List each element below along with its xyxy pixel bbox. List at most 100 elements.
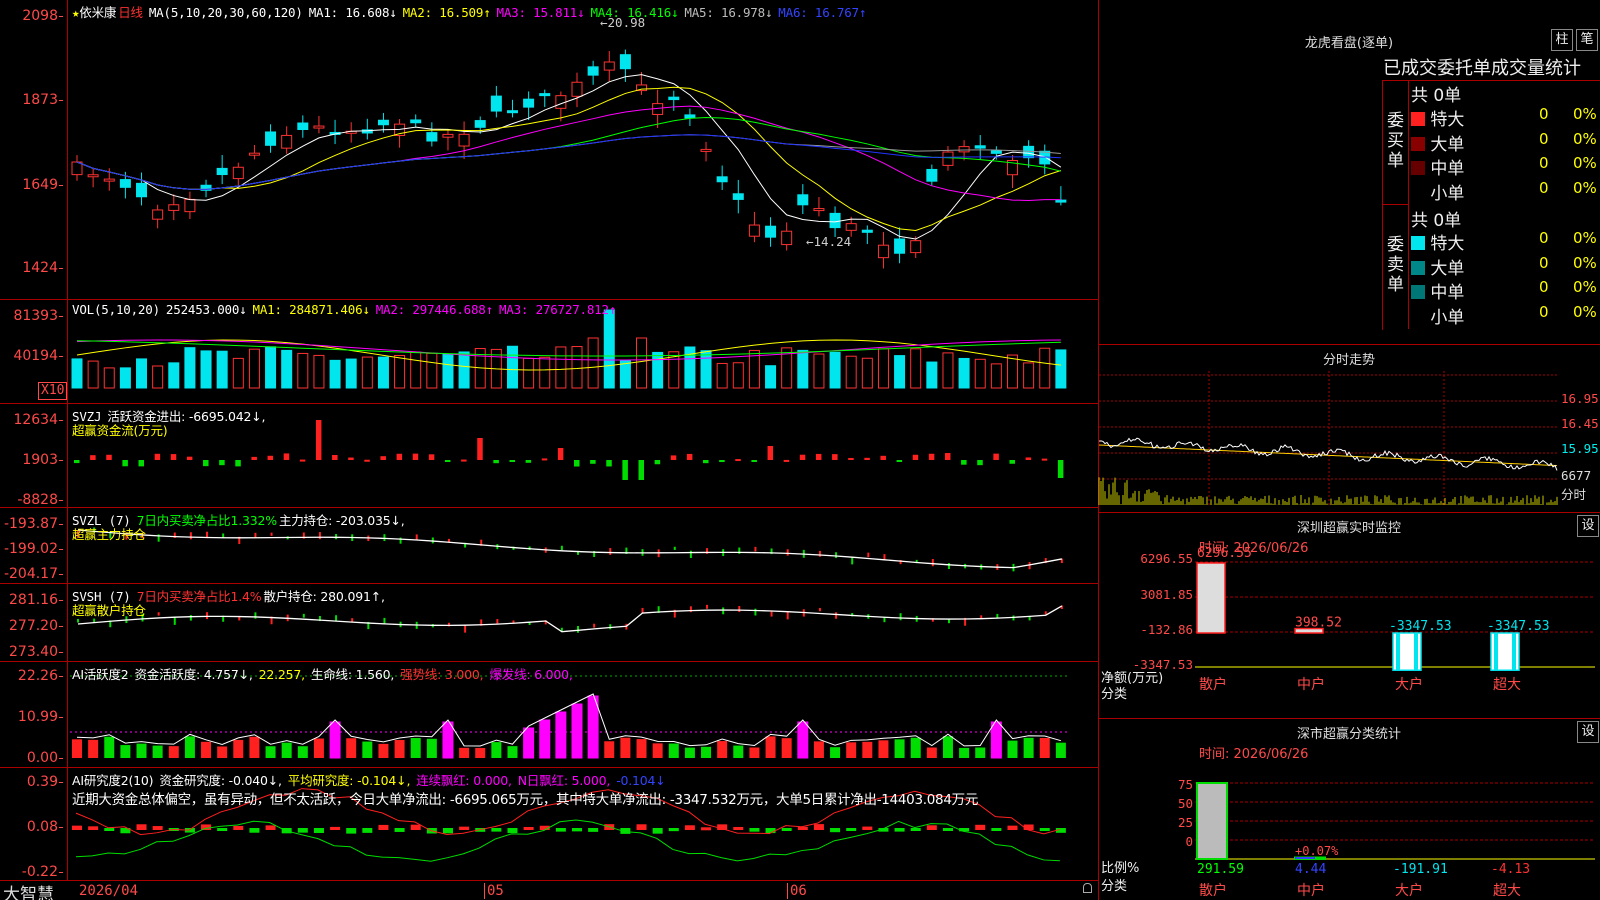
research-bar [104,828,115,831]
volume-bar [184,347,196,389]
candle-body [136,182,148,198]
volume-bar [442,353,454,389]
money-flow-bar [235,460,241,467]
money-flow-bar [106,454,112,460]
svsh-panel[interactable]: 281.16 277.20 273.40 SVSH (7) 7日内买卖净占比1.4… [0,584,1098,662]
volume-bar [684,346,696,389]
class-bar-value: 4.44 [1295,862,1326,877]
y-tick: 0.00 [27,750,63,766]
class-bar-value: -4.13 [1491,862,1530,877]
order-count: 0 [1539,278,1549,296]
volume-bar [700,350,712,389]
class-stat-settings-button[interactable]: 设 [1577,721,1599,743]
volume-bar [297,352,309,389]
svzl-panel[interactable]: -193.87 -199.02 -204.17 SVZL (7) 7日内买卖净占比… [0,508,1098,584]
monitor-title: 深圳超赢实时监控 [1296,521,1401,536]
retail-position-tick [206,612,209,620]
money-flow-bar [477,438,483,460]
order-percent: 0% [1573,178,1597,197]
main-position-tick [383,534,386,542]
research-bar [1007,825,1018,830]
tick-view-button[interactable]: 笔 [1576,29,1598,51]
color-swatch [1411,285,1425,299]
main-position-tick [867,552,870,558]
svsh-subtitle: 超赢散户持仓 [72,603,146,618]
money-flow-bar [122,460,128,467]
order-row: 大单 0 0% [1411,254,1600,279]
volume-bar [861,357,873,389]
order-row: 大单 0 0% [1411,130,1600,155]
ai-research-panel[interactable]: 0.39 0.08 -0.22 AI研究度2(10) 资金研究度: -0.040↓… [0,768,1098,880]
intraday-panel[interactable]: 分时走势 16.95 16.45 15.95 6677 分时 [1098,344,1600,512]
activity-bar [636,739,647,758]
order-row: 中单 0 0% [1411,278,1600,303]
svzj-panel[interactable]: 12634 1903 -8828 SVZJ 活跃资金进出: -6695.042↓,… [0,404,1098,508]
kline-panel[interactable]: 2098 1873 1649 1424 ★依米康 日线 MA(5,10,20,30,… [0,0,1098,300]
retail-position-tick [464,625,467,633]
retail-position-tick [1044,611,1047,615]
monitor-xlabel: 分类 [1101,687,1128,702]
money-flow-bar [912,454,919,460]
candle-body [587,66,599,76]
candle-body [845,223,857,231]
activity-bar [749,747,760,758]
intraday-tick: 15.95 [1561,441,1599,456]
y-tick: 0.39 [27,774,63,790]
ai-activity-panel[interactable]: 22.26 10.99 0.00 AI活跃度2 资金活跃度: 4.757↓, 22.… [0,662,1098,768]
class-bar [1196,782,1228,860]
candle-body [377,119,389,126]
main-position-line [77,529,1062,569]
lock-icon[interactable] [1083,883,1092,893]
candle-body [974,145,986,149]
order-size-label: 大单 [1425,134,1465,155]
column-view-button[interactable]: 柱 [1551,29,1573,51]
monitor-category: 大户 [1395,676,1423,693]
order-size-label: 大单 [1425,258,1465,279]
monitor-panel[interactable]: 深圳超赢实时监控 设 时间: 2026/06/26 6296.55 3081.8… [1098,512,1600,718]
volume-bar [313,354,325,389]
order-size-label: 中单 [1425,159,1465,179]
class-stat-panel[interactable]: 深市超赢分类统计 设 时间: 2026/06/26 75 50 25 0 比例%… [1098,718,1600,900]
main-position-tick [609,548,612,555]
y-tick: 273.40 [9,644,63,660]
candlestick-chart[interactable] [70,0,1098,300]
volume-panel[interactable]: 81393 40194 X10 VOL(5,10,20) 252453.000↓ M… [0,300,1098,404]
volume-bar [200,350,212,389]
main-position-tick [689,550,692,559]
research-bar [926,825,937,830]
volume-bar [377,356,389,389]
retail-position-line [77,605,1063,633]
class-stat-bar-chart[interactable]: 291.59 散户 4.44 +0.07% 中户 -191.91 大户 -4.13 超大 [1195,751,1599,900]
period-label[interactable]: 日线 [118,5,143,20]
activity-bar [507,746,518,758]
candle-body [748,224,760,237]
candle-body [829,212,841,229]
money-flow-bar [654,460,661,465]
candle-body [474,120,486,128]
ma-line [76,134,1061,190]
ma3-value: MA3: 15.811↓ [496,5,585,20]
intraday-chart[interactable] [1098,371,1559,511]
candle-body [765,225,777,238]
research-bar [72,825,82,830]
order-count: 0 [1539,229,1549,247]
activity-bar [265,746,276,758]
money-flow-bar [557,448,564,460]
volume-bar [1039,347,1051,389]
order-row: 特大 0 0% [1411,229,1600,254]
monitor-category: 中户 [1297,676,1325,693]
ma-line [76,86,1062,231]
activity-bar [281,742,292,758]
activity-bar [491,742,502,758]
candle-body [216,167,228,176]
money-flow-bar [428,454,435,460]
volume-bar [458,351,470,389]
order-percent: 0% [1573,229,1597,247]
activity-bar [975,747,986,758]
monitor-bar-chart[interactable]: 6296.55 散户 398.52 中户 -3347.53 大户 -3347.53 超大 [1195,545,1599,695]
activity-bar [862,741,873,758]
volume-bar [652,351,664,389]
research-bar [684,825,695,830]
candle-body [248,152,260,156]
monitor-settings-button[interactable]: 设 [1577,515,1599,537]
